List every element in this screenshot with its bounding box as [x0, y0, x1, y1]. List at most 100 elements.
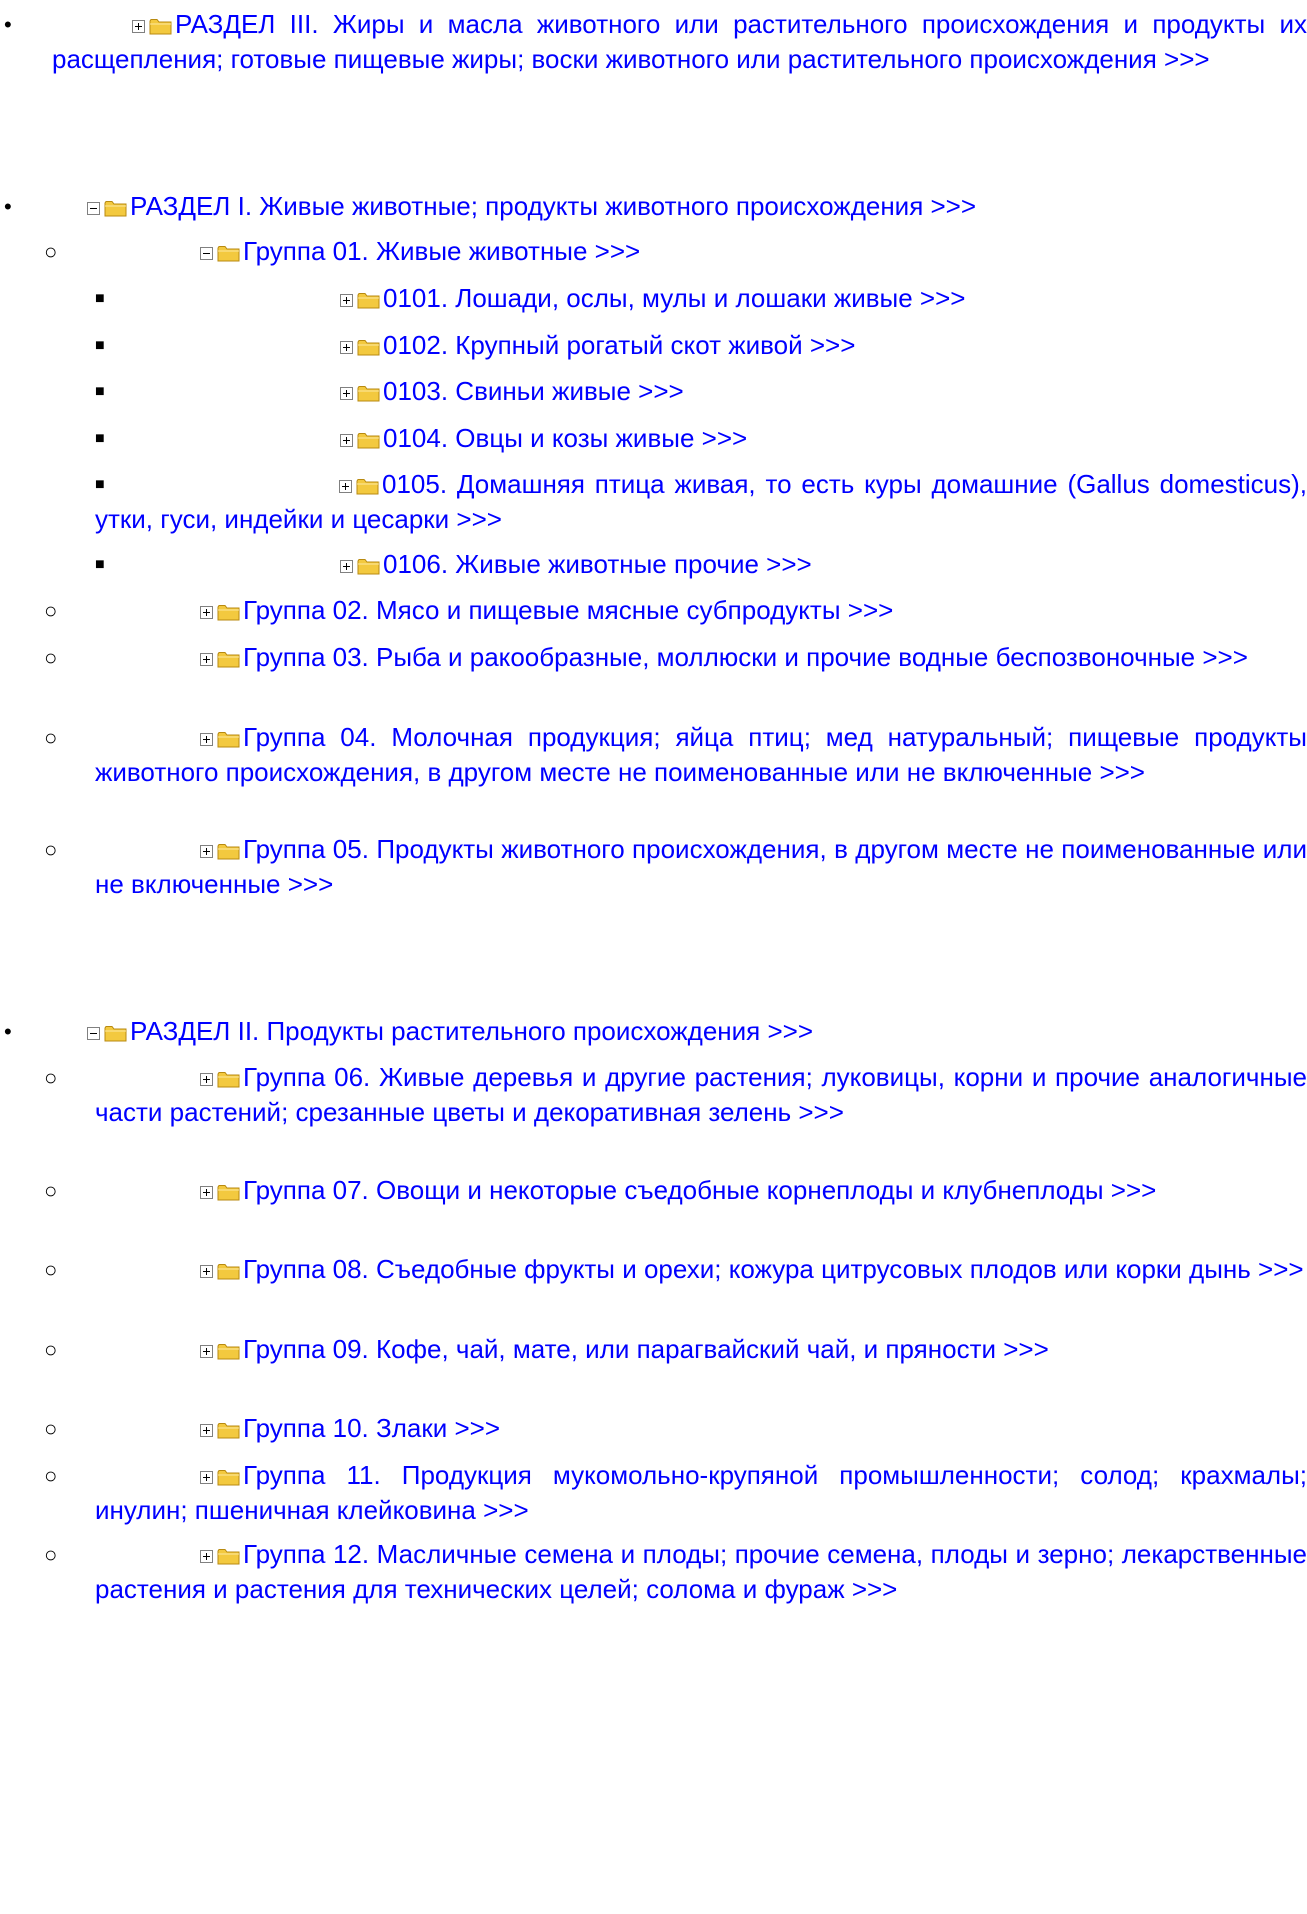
circle-bullet: ○: [44, 239, 58, 264]
tree-item-label: Группа 12. Масличные семена и плоды; про…: [95, 1539, 1307, 1604]
circle-bullet: ○: [44, 1416, 58, 1441]
tree-item-label: Группа 06. Живые деревья и другие растен…: [95, 1062, 1307, 1127]
tree-link[interactable]: РАЗДЕЛ III. Жиры и масла животного или р…: [52, 7, 1307, 77]
tree-link[interactable]: Группа 07. Овощи и некоторые съедобные к…: [95, 1173, 1307, 1208]
circle-bullet: ○: [44, 837, 58, 862]
expand-icon[interactable]: [340, 560, 353, 573]
expand-icon[interactable]: [200, 1265, 213, 1278]
circle-bullet: ○: [44, 1178, 58, 1203]
folder-icon: [217, 843, 241, 860]
tree-item-label: Группа 02. Мясо и пищевые мясные субпрод…: [243, 595, 894, 625]
folder-icon: [149, 18, 173, 35]
folder-icon: [217, 1469, 241, 1486]
tree-item-label: РАЗДЕЛ III. Жиры и масла животного или р…: [52, 9, 1307, 74]
folder-icon: [357, 558, 381, 575]
tree-link[interactable]: Группа 02. Мясо и пищевые мясные субпрод…: [95, 593, 1307, 628]
folder-icon: [357, 432, 381, 449]
tree-link[interactable]: Группа 09. Кофе, чай, мате, или парагвай…: [95, 1332, 1307, 1367]
tree-item-label: 0102. Крупный рогатый скот живой >>>: [383, 330, 856, 360]
tree-link[interactable]: Группа 03. Рыба и ракообразные, моллюски…: [95, 640, 1307, 675]
folder-icon: [104, 1025, 128, 1042]
tree-item-label: 0104. Овцы и козы живые >>>: [383, 423, 748, 453]
expand-icon[interactable]: [200, 1471, 213, 1484]
expand-icon[interactable]: [200, 733, 213, 746]
tree-item-label: Группа 08. Съедобные фрукты и орехи; кож…: [243, 1254, 1304, 1284]
folder-icon: [217, 731, 241, 748]
tree-link[interactable]: 0103. Свиньи живые >>>: [115, 374, 1307, 409]
tree-link[interactable]: Группа 01. Живые животные >>>: [95, 234, 1307, 269]
expand-icon[interactable]: [200, 1073, 213, 1086]
folder-icon: [357, 339, 381, 356]
folder-icon: [217, 1343, 241, 1360]
tree-item-label: 0106. Живые животные прочие >>>: [383, 549, 812, 579]
expand-icon[interactable]: [200, 653, 213, 666]
folder-icon: [217, 1422, 241, 1439]
tree-link[interactable]: Группа 12. Масличные семена и плоды; про…: [95, 1537, 1307, 1607]
tree-link[interactable]: Группа 05. Продукты животного происхожде…: [95, 832, 1307, 902]
disc-bullet: •: [4, 12, 12, 37]
circle-bullet: ○: [44, 598, 58, 623]
folder-icon: [357, 292, 381, 309]
folder-icon: [217, 651, 241, 668]
tree-link[interactable]: Группа 06. Живые деревья и другие растен…: [95, 1060, 1307, 1130]
expand-icon[interactable]: [200, 1550, 213, 1563]
circle-bullet: ○: [44, 1337, 58, 1362]
expand-icon[interactable]: [340, 387, 353, 400]
expand-icon[interactable]: [200, 1424, 213, 1437]
tree-link[interactable]: 0102. Крупный рогатый скот живой >>>: [115, 328, 1307, 363]
expand-icon[interactable]: [340, 434, 353, 447]
tree-item-label: 0101. Лошади, ослы, мулы и лошаки живые …: [383, 283, 966, 313]
tree-item-label: Группа 11. Продукция мукомольно-крупяной…: [95, 1460, 1307, 1525]
folder-icon: [217, 1071, 241, 1088]
tree-link[interactable]: РАЗДЕЛ II. Продукты растительного происх…: [52, 1014, 1307, 1049]
tree-item-label: РАЗДЕЛ II. Продукты растительного происх…: [130, 1016, 814, 1046]
tree-link[interactable]: РАЗДЕЛ I. Живые животные; продукты живот…: [52, 189, 1307, 224]
circle-bullet: ○: [44, 1065, 58, 1090]
collapse-icon[interactable]: [200, 247, 213, 260]
expand-icon[interactable]: [340, 294, 353, 307]
expand-icon[interactable]: [200, 1186, 213, 1199]
expand-icon[interactable]: [339, 480, 352, 493]
tree-item-label: Группа 09. Кофе, чай, мате, или парагвай…: [243, 1334, 1049, 1364]
folder-icon: [217, 245, 241, 262]
folder-icon: [356, 478, 380, 495]
tree-item-label: Группа 05. Продукты животного происхожде…: [95, 834, 1307, 899]
circle-bullet: ○: [44, 1463, 58, 1488]
collapse-icon[interactable]: [87, 1027, 100, 1040]
tree-link[interactable]: 0105. Домашняя птица живая, то есть куры…: [95, 467, 1307, 537]
expand-icon[interactable]: [340, 341, 353, 354]
expand-icon[interactable]: [200, 845, 213, 858]
square-bullet: ■: [95, 290, 105, 307]
square-bullet: ■: [95, 383, 105, 400]
circle-bullet: ○: [44, 725, 58, 750]
tree-item-label: Группа 10. Злаки >>>: [243, 1413, 501, 1443]
circle-bullet: ○: [44, 1542, 58, 1567]
tree-item-label: 0103. Свиньи живые >>>: [383, 376, 684, 406]
square-bullet: ■: [95, 430, 105, 447]
tree-link[interactable]: Группа 11. Продукция мукомольно-крупяной…: [95, 1458, 1307, 1528]
expand-icon[interactable]: [200, 606, 213, 619]
tree-item-label: 0105. Домашняя птица живая, то есть куры…: [95, 469, 1307, 534]
folder-icon: [104, 200, 128, 217]
folder-icon: [217, 1548, 241, 1565]
tree-link[interactable]: Группа 08. Съедобные фрукты и орехи; кож…: [95, 1252, 1307, 1287]
folder-icon: [357, 385, 381, 402]
tree-link[interactable]: 0104. Овцы и козы живые >>>: [115, 421, 1307, 456]
square-bullet: ■: [95, 337, 105, 354]
tree-item-label: Группа 01. Живые животные >>>: [243, 236, 641, 266]
expand-icon[interactable]: [132, 20, 145, 33]
disc-bullet: •: [4, 194, 12, 219]
tree-item-label: Группа 07. Овощи и некоторые съедобные к…: [243, 1175, 1157, 1205]
folder-icon: [217, 604, 241, 621]
folder-icon: [217, 1263, 241, 1280]
tnved-tree-document: • РАЗДЕЛ III. Жиры и масла животного или…: [0, 0, 1307, 1914]
expand-icon[interactable]: [200, 1345, 213, 1358]
tree-item-label: РАЗДЕЛ I. Живые животные; продукты живот…: [130, 191, 977, 221]
tree-link[interactable]: 0106. Живые животные прочие >>>: [115, 547, 1307, 582]
tree-link[interactable]: Группа 04. Молочная продукция; яйца птиц…: [95, 720, 1307, 790]
collapse-icon[interactable]: [87, 202, 100, 215]
circle-bullet: ○: [44, 645, 58, 670]
tree-item-label: Группа 04. Молочная продукция; яйца птиц…: [95, 722, 1307, 787]
tree-link[interactable]: 0101. Лошади, ослы, мулы и лошаки живые …: [115, 281, 1307, 316]
tree-link[interactable]: Группа 10. Злаки >>>: [95, 1411, 1307, 1446]
